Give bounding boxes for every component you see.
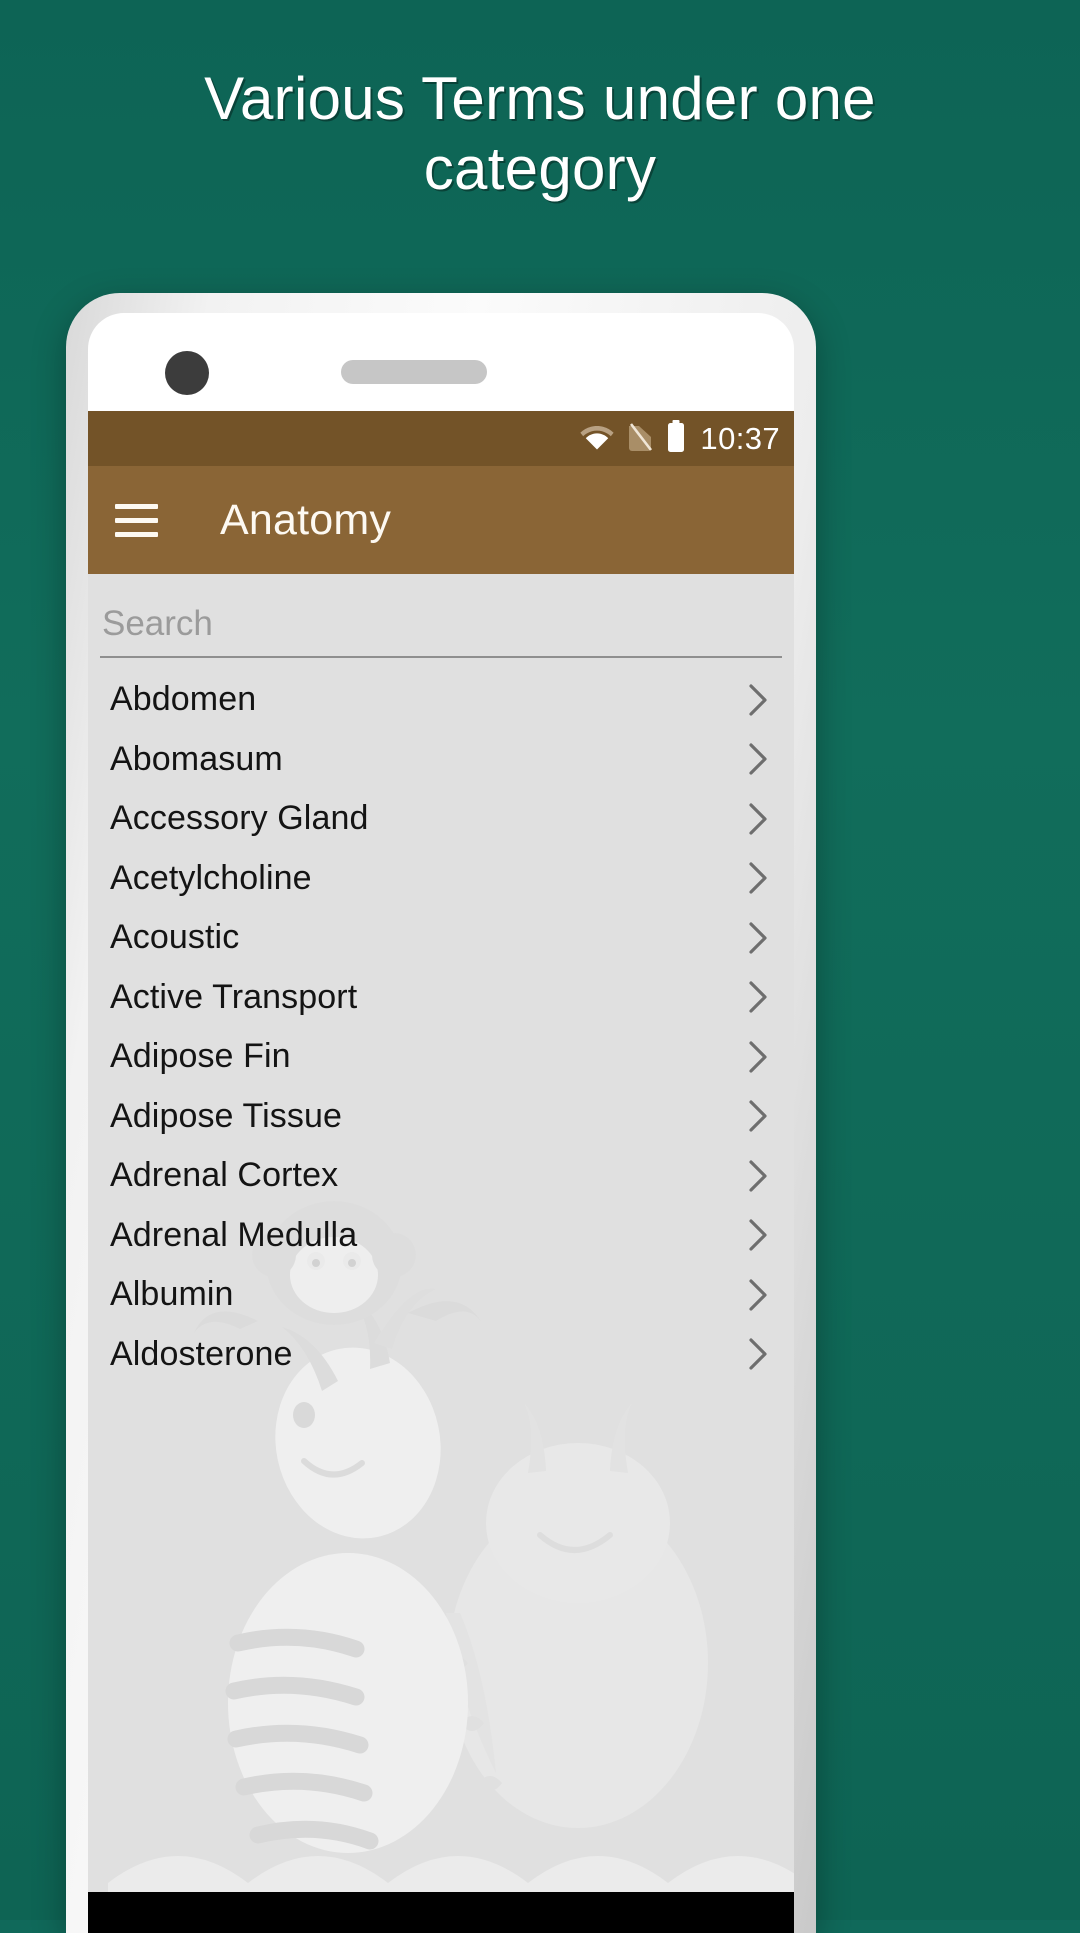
chevron-right-icon bbox=[749, 981, 767, 1013]
chevron-right-icon bbox=[749, 803, 767, 835]
chevron-right-icon bbox=[749, 1041, 767, 1073]
chevron-right-icon bbox=[749, 922, 767, 954]
list-item[interactable]: Abomasum bbox=[88, 730, 794, 790]
list-item[interactable]: Aldosterone bbox=[88, 1325, 794, 1385]
list-item[interactable]: Adipose Fin bbox=[88, 1027, 794, 1087]
phone-screen: 10:37 Anatomy Search Abdomen Abomasum Ac… bbox=[88, 313, 794, 1933]
list-item-label: Adrenal Medulla bbox=[110, 1215, 358, 1254]
list-item-label: Abomasum bbox=[110, 739, 283, 778]
speaker-grille-icon bbox=[341, 360, 487, 384]
status-bar-icons bbox=[580, 419, 686, 458]
list-item[interactable]: Adrenal Cortex bbox=[88, 1146, 794, 1206]
list-item-label: Adrenal Cortex bbox=[110, 1156, 339, 1195]
list-item[interactable]: Albumin bbox=[88, 1265, 794, 1325]
chevron-right-icon bbox=[749, 1160, 767, 1192]
list-item[interactable]: Acetylcholine bbox=[88, 849, 794, 909]
list-item[interactable]: Abdomen bbox=[88, 670, 794, 730]
battery-icon bbox=[666, 419, 686, 458]
search-field-wrapper bbox=[88, 574, 794, 658]
chevron-right-icon bbox=[749, 1219, 767, 1251]
list-item[interactable]: Accessory Gland bbox=[88, 789, 794, 849]
phone-navigation-bar bbox=[88, 1892, 794, 1933]
chevron-right-icon bbox=[749, 684, 767, 716]
chevron-right-icon bbox=[749, 862, 767, 894]
status-bar-time: 10:37 bbox=[700, 420, 780, 456]
sim-off-icon bbox=[627, 420, 653, 458]
chevron-right-icon bbox=[749, 743, 767, 775]
chevron-right-icon bbox=[749, 1279, 767, 1311]
list-item-label: Acetylcholine bbox=[110, 858, 312, 897]
chevron-right-icon bbox=[749, 1338, 767, 1370]
app-bar-title: Anatomy bbox=[220, 495, 392, 544]
search-input[interactable] bbox=[100, 600, 782, 658]
list-item-label: Aldosterone bbox=[110, 1334, 293, 1373]
list-item[interactable]: Active Transport bbox=[88, 968, 794, 1028]
list-item-label: Albumin bbox=[110, 1275, 234, 1314]
camera-dot-icon bbox=[165, 351, 209, 395]
app-bar: Anatomy bbox=[88, 466, 794, 574]
list-item-label: Accessory Gland bbox=[110, 799, 369, 838]
list-item[interactable]: Adrenal Medulla bbox=[88, 1206, 794, 1266]
list-item-label: Adipose Tissue bbox=[110, 1096, 342, 1135]
app-screen: 10:37 Anatomy Search Abdomen Abomasum Ac… bbox=[88, 411, 794, 1933]
wifi-icon bbox=[580, 423, 615, 455]
list-item-label: Adipose Fin bbox=[110, 1037, 291, 1076]
chevron-right-icon bbox=[749, 1100, 767, 1132]
list-item-label: Active Transport bbox=[110, 977, 358, 1016]
list-item-label: Abdomen bbox=[110, 680, 257, 719]
list-item[interactable]: Adipose Tissue bbox=[88, 1087, 794, 1147]
status-bar: 10:37 bbox=[88, 411, 794, 466]
term-list: Abdomen Abomasum Accessory Gland Acetylc… bbox=[88, 670, 794, 1384]
hamburger-menu-icon[interactable] bbox=[115, 503, 158, 537]
list-item[interactable]: Acoustic bbox=[88, 908, 794, 968]
content-area: Abdomen Abomasum Accessory Gland Acetylc… bbox=[88, 574, 794, 1933]
list-item-label: Acoustic bbox=[110, 918, 240, 957]
phone-mockup: 10:37 Anatomy Search Abdomen Abomasum Ac… bbox=[66, 293, 816, 1933]
promo-headline: Various Terms under one category bbox=[204, 65, 876, 202]
